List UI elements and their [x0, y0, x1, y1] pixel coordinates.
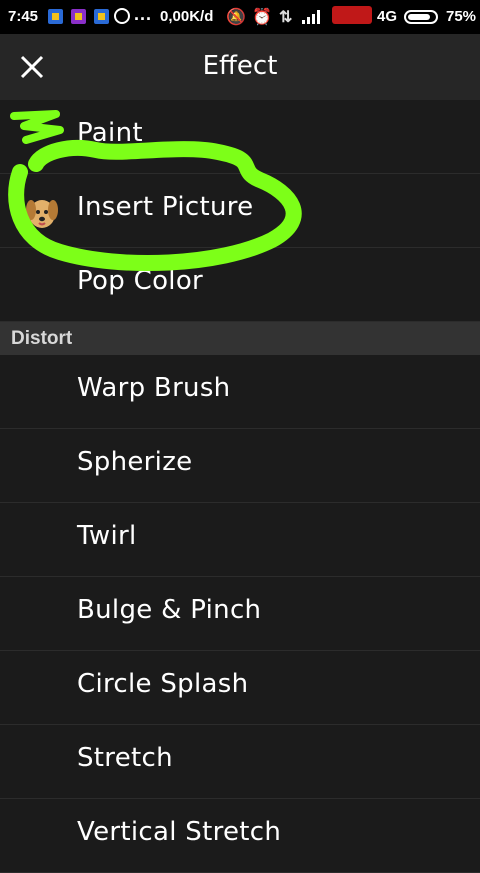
app-notification-icon — [94, 9, 109, 24]
app-notification-icon — [48, 9, 63, 24]
data-transfer-icon: ⇅ — [279, 9, 293, 26]
whatsapp-icon — [114, 8, 130, 24]
effect-item-vertical-stretch[interactable]: Vertical Stretch — [0, 799, 480, 873]
alarm-icon: ⏰ — [252, 9, 272, 26]
section-header-distort: Distort — [0, 322, 480, 355]
status-time: 7:45 — [8, 8, 39, 25]
effect-item-label: Vertical Stretch — [77, 817, 282, 847]
status-bar: 7:45 ... 0,00K/d 🔕 ⏰ ⇅ 4G 75% — [0, 0, 480, 34]
effect-item-label: Stretch — [77, 743, 173, 773]
signal-icon — [302, 10, 324, 24]
battery-percent: 75% — [446, 8, 477, 25]
effect-item-warp-brush[interactable]: Warp Brush — [0, 355, 480, 429]
battery-icon — [404, 10, 438, 24]
effect-item-label: Warp Brush — [77, 373, 231, 403]
carrier-logo — [332, 6, 372, 24]
effect-item-label: Insert Picture — [77, 192, 254, 222]
effect-item-label: Bulge & Pinch — [77, 595, 262, 625]
effect-item-label: Spherize — [77, 447, 193, 477]
effect-item-label: Paint — [77, 118, 143, 148]
network-type: 4G — [377, 8, 398, 25]
effect-item-label: Pop Color — [77, 266, 204, 296]
effect-item-label: Twirl — [77, 521, 137, 551]
effect-item-bulge-pinch[interactable]: Bulge & Pinch — [0, 577, 480, 651]
bell-muted-icon: 🔕 — [226, 9, 246, 26]
network-speed: 0,00K/d — [160, 8, 214, 25]
app-notification-icon — [71, 9, 86, 24]
effect-item-label: Circle Splash — [77, 669, 249, 699]
effect-item-spherize[interactable]: Spherize — [0, 429, 480, 503]
effect-item-insert-picture[interactable]: Insert Picture — [0, 174, 480, 248]
effect-list: Paint Insert Picture Pop Color Distort W… — [0, 100, 480, 873]
effect-item-circle-splash[interactable]: Circle Splash — [0, 651, 480, 725]
page-title: Effect — [202, 51, 278, 81]
effect-item-twirl[interactable]: Twirl — [0, 503, 480, 577]
effect-item-pop-color[interactable]: Pop Color — [0, 248, 480, 322]
effect-item-paint[interactable]: Paint — [0, 100, 480, 174]
dog-icon — [26, 200, 58, 228]
app-header: Effect — [0, 34, 480, 100]
effect-item-stretch[interactable]: Stretch — [0, 725, 480, 799]
more-notifications-indicator: ... — [134, 4, 153, 24]
